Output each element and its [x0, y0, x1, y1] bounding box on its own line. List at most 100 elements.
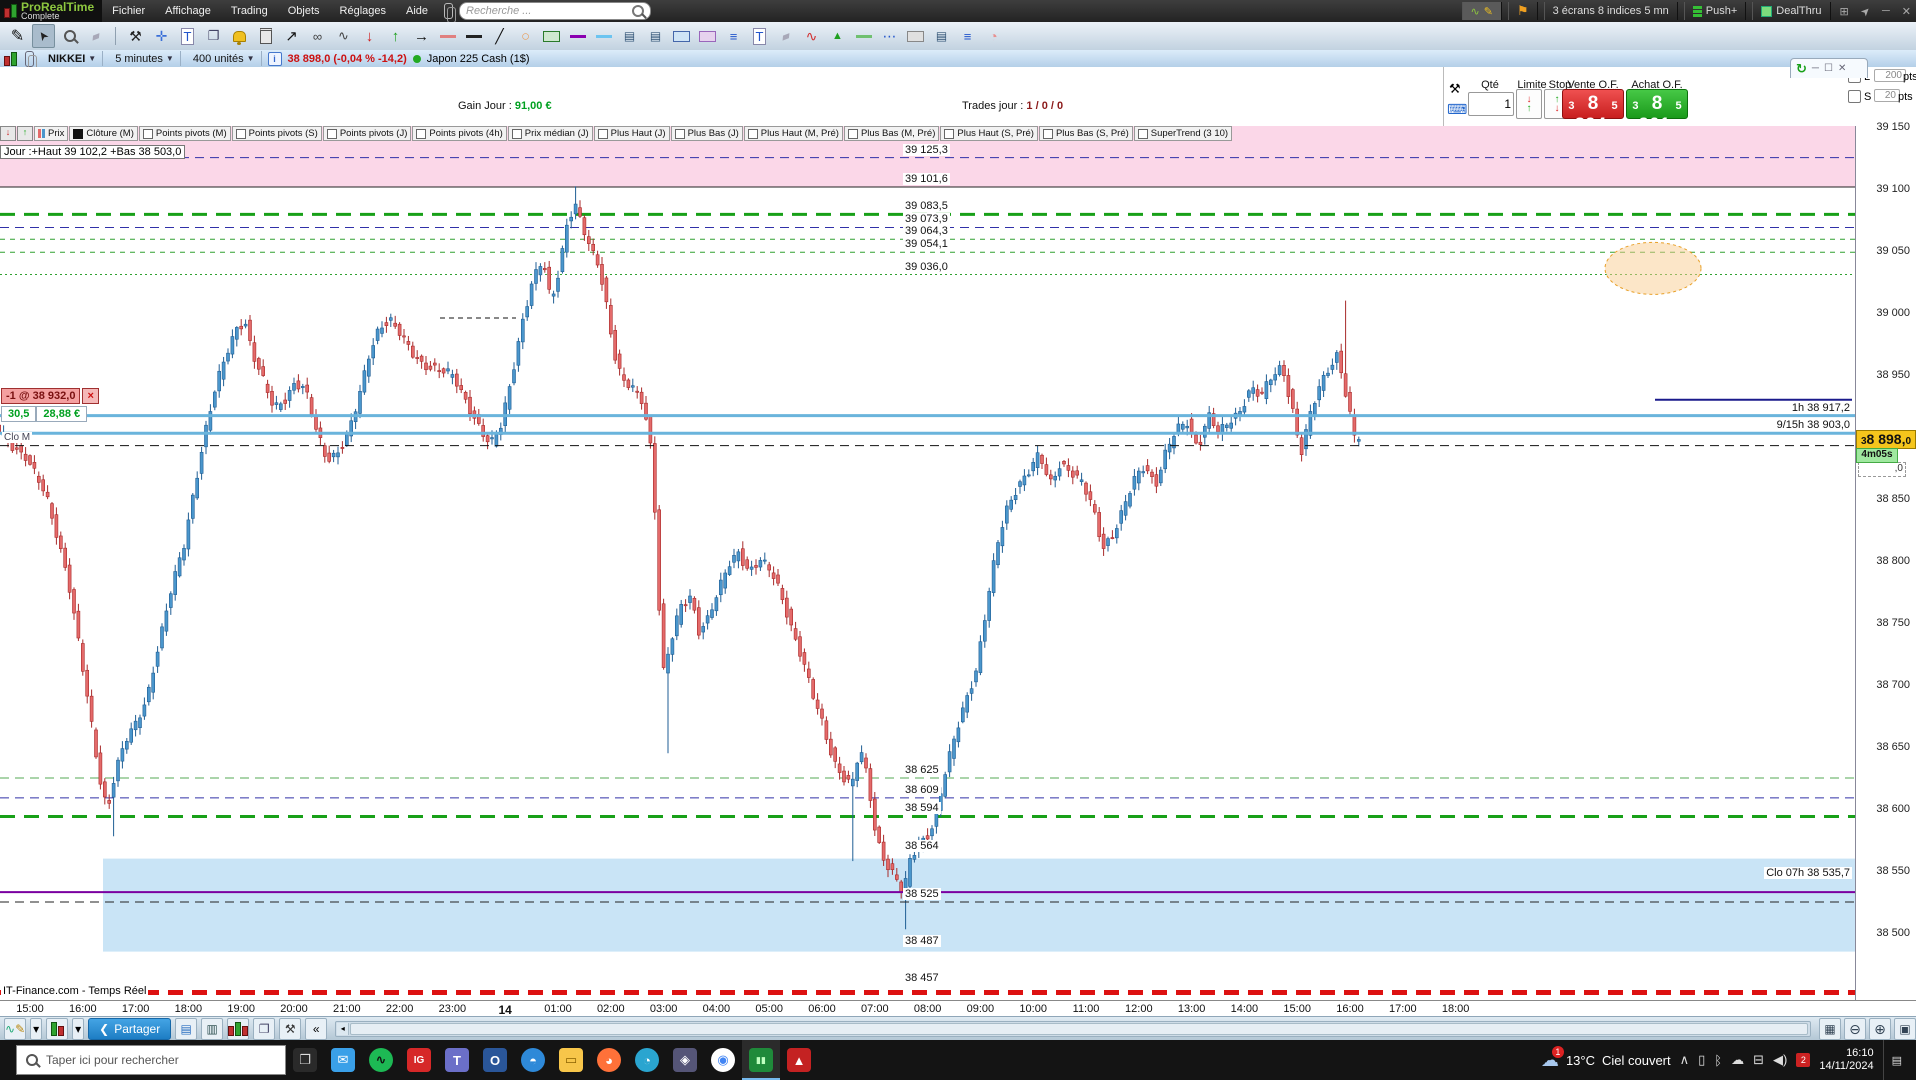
link-icon[interactable]	[25, 50, 37, 71]
annotation-c-icon[interactable]: ▤	[930, 24, 953, 48]
tab-supertrend-3-10-[interactable]: SuperTrend (3 10)	[1133, 126, 1233, 141]
keyboard-trading-icon[interactable]: ⌨	[1447, 101, 1467, 118]
calendar-button[interactable]: ▦	[1819, 1018, 1841, 1040]
ruler2-icon[interactable]: ▰	[774, 24, 797, 48]
blue-rect-icon[interactable]	[670, 24, 693, 48]
text2-icon[interactable]: T	[748, 24, 771, 48]
indicator-checkbox[interactable]	[511, 128, 522, 139]
menu-fichier[interactable]: Fichier	[102, 5, 155, 17]
menu-aide[interactable]: Aide	[396, 5, 438, 17]
security-badge[interactable]: 2	[1796, 1053, 1811, 1067]
tab-cl-ture-m-[interactable]: Clôture (M)	[69, 126, 138, 141]
indicator-checkbox[interactable]	[416, 128, 427, 139]
tab-plus-haut-s-pr-[interactable]: Plus Haut (S, Pré)	[940, 126, 1038, 141]
taskbar-app-file-explorer[interactable]: ▭	[552, 1040, 590, 1080]
timeframe-select[interactable]: 5 minutes ▼	[109, 51, 181, 66]
tab-plus-bas-m-pr-[interactable]: Plus Bas (M, Pré)	[843, 126, 940, 141]
stop-checkbox[interactable]	[1848, 90, 1861, 106]
taskbar-app-ig-trading[interactable]: IG	[400, 1040, 438, 1080]
tab-points-pivots-j-[interactable]: Points pivots (J)	[322, 126, 412, 141]
rectangle-tool-icon[interactable]	[540, 24, 563, 48]
zoom-tool-icon[interactable]	[58, 24, 81, 48]
sell-button[interactable]: 38 894,5	[1562, 89, 1624, 136]
scroll-left-icon[interactable]: ◂	[337, 1023, 350, 1035]
annotation-b-icon[interactable]: ▤	[644, 24, 667, 48]
oblique-line-icon[interactable]: ╱	[488, 24, 511, 48]
tools-icon[interactable]: ⚒	[124, 24, 147, 48]
phone-icon[interactable]: ▯	[1698, 1052, 1705, 1068]
close-position-button[interactable]: ×	[82, 388, 99, 405]
collapse-button[interactable]: «	[305, 1018, 328, 1040]
cursor-icon[interactable]: ➤	[32, 24, 55, 48]
time-axis[interactable]: 15:00 16:00 17:00 18:00 19:00 20:00 21:00 22:00…	[0, 1000, 1916, 1017]
taskbar-app-widgets[interactable]: ◈	[666, 1040, 704, 1080]
windows-button[interactable]: ❐	[253, 1018, 276, 1040]
ellipse-tool-icon[interactable]: ○	[514, 24, 537, 48]
indicator-checkbox[interactable]	[1137, 128, 1148, 139]
taskbar-app-prorealtime[interactable]: ▮▮	[742, 1040, 780, 1080]
workspace-status[interactable]: 3 écrans 8 indices 5 mn	[1543, 2, 1678, 20]
scrollbar-thumb[interactable]	[350, 1023, 1808, 1035]
tab-prix-m-dian-j-[interactable]: Prix médian (J)	[507, 126, 593, 141]
stop-pts-value[interactable]: 20	[1874, 89, 1900, 102]
tab-plus-haut-j-[interactable]: Plus Haut (J)	[593, 126, 670, 141]
snapshot-button[interactable]: ▣	[1894, 1018, 1916, 1040]
chat-button[interactable]: ▤	[175, 1018, 198, 1040]
pin-icon[interactable]: ➤	[1855, 1, 1875, 21]
refresh-icon[interactable]: ↻	[1796, 61, 1807, 77]
zoom-out-button[interactable]: ⊖	[1844, 1018, 1866, 1040]
workspace-icon[interactable]: ⊞	[1837, 5, 1852, 18]
taskbar-app-acrobat[interactable]: ▲	[780, 1040, 818, 1080]
indicator-checkbox[interactable]	[597, 128, 608, 139]
taskbar-app-task-view[interactable]: ❐	[286, 1040, 324, 1080]
taskbar-clock[interactable]: 16:10 14/11/2024	[1819, 1047, 1873, 1073]
qty-input[interactable]	[1468, 92, 1514, 116]
instrument-select[interactable]: NIKKEI ▼	[42, 51, 104, 66]
blue-line-icon[interactable]	[592, 24, 615, 48]
indicator-checkbox[interactable]	[747, 128, 758, 139]
taskbar-app-messenger[interactable]: ◓	[514, 1040, 552, 1080]
chart-settings-button[interactable]: ⚒	[279, 1018, 302, 1040]
global-search-input[interactable]: Recherche ...	[459, 2, 652, 20]
taskbar-search-input[interactable]: Taper ici pour rechercher	[16, 1045, 286, 1075]
chart-type-icon[interactable]	[4, 51, 17, 66]
link-points-icon[interactable]: ∞	[306, 24, 329, 48]
draw-pencil-icon[interactable]: ✎	[6, 24, 29, 48]
menu-objets[interactable]: Objets	[278, 5, 330, 17]
price-axis[interactable]: 38 898, 0 4m05s ,0 39 150 39 100 39 050 39 0…	[1855, 121, 1916, 1000]
annotation-a-icon[interactable]: ▤	[618, 24, 641, 48]
indicator-checkbox[interactable]	[142, 128, 153, 139]
indicator-checkbox[interactable]	[674, 128, 685, 139]
indicator-checkbox[interactable]	[944, 128, 955, 139]
polyline-icon[interactable]: ∿	[332, 24, 355, 48]
close-button[interactable]: ✕	[1899, 5, 1914, 18]
zoom-in-button[interactable]: ⊕	[1869, 1018, 1891, 1040]
pattern-icon[interactable]: ▲	[826, 24, 849, 48]
chart-style-button[interactable]: ∿ ✎	[4, 1018, 27, 1040]
tab-plus-bas-j-[interactable]: Plus Bas (J)	[670, 126, 743, 141]
horizontal-line-icon[interactable]	[462, 24, 485, 48]
gray-rect-icon[interactable]	[904, 24, 927, 48]
price-chart[interactable]: Jour :+Haut 39 102,2 +Bas 38 503,0 -1 @ …	[0, 126, 1855, 1000]
move-icon[interactable]: ✛	[150, 24, 173, 48]
tab-plus-haut-m-pr-[interactable]: Plus Haut (M, Pré)	[743, 126, 843, 141]
duplicate-icon[interactable]: ❐	[202, 24, 225, 48]
zigzag-red-icon[interactable]: ∿	[800, 24, 823, 48]
units-select[interactable]: 400 unités ▼	[187, 51, 262, 66]
orderbook-button[interactable]	[227, 1018, 250, 1040]
indicator-checkbox[interactable]	[73, 128, 84, 139]
levels-icon[interactable]: ≡	[722, 24, 745, 48]
tab-plus-bas-s-pr-[interactable]: Plus Bas (S, Pré)	[1038, 126, 1133, 141]
delete-icon[interactable]	[254, 24, 277, 48]
share-button[interactable]: ❮ Partager	[88, 1018, 172, 1040]
levels2-icon[interactable]: ≡	[956, 24, 979, 48]
taskbar-app-edge[interactable]: ◔	[628, 1040, 666, 1080]
limit-pts-value[interactable]: 200	[1874, 69, 1906, 82]
taskbar-app-spotify[interactable]: ∿	[362, 1040, 400, 1080]
arrow-up-icon[interactable]: ↑	[384, 24, 407, 48]
tab-points-pivots-4h-[interactable]: Points pivots (4h)	[412, 126, 507, 141]
push-button[interactable]: Push+	[1683, 2, 1747, 20]
weather-widget[interactable]: ☁ 1 13°C Ciel couvert	[1541, 1045, 1671, 1071]
maximize-chart-button[interactable]: ☐	[1824, 63, 1833, 74]
tab-points-pivots-s-[interactable]: Points pivots (S)	[231, 126, 322, 141]
